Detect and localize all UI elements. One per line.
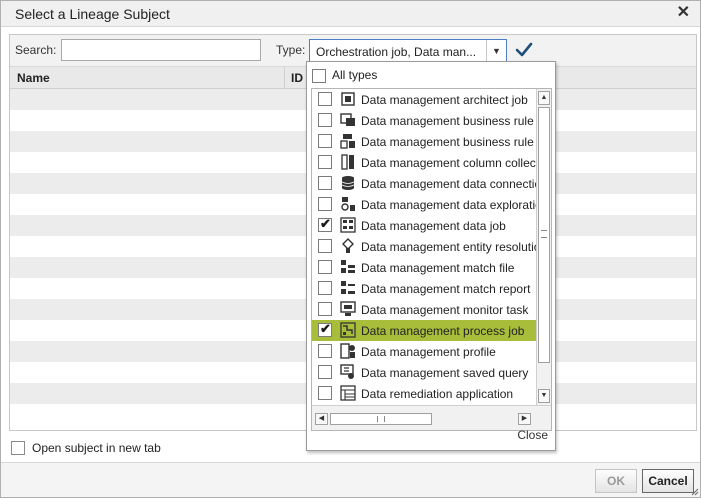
open-new-tab-label: Open subject in new tab [32, 441, 161, 455]
type-list-items: Data management architect job Data manage… [312, 89, 537, 405]
checkmark-icon[interactable] [514, 40, 534, 60]
type-option[interactable]: ✔ Data management process job [312, 320, 537, 341]
type-option[interactable]: Data management data connection [312, 173, 537, 194]
type-select-value: Orchestration job, Data man... [316, 45, 477, 59]
scroll-down-icon[interactable]: ▼ [538, 389, 550, 403]
type-option-label: Data management business rule set [361, 135, 537, 149]
type-option[interactable]: Data management entity resolution [312, 236, 537, 257]
match-report-icon [341, 281, 355, 294]
match-file-icon [341, 260, 355, 273]
type-option[interactable]: Data management match file [312, 257, 537, 278]
type-option-checkbox[interactable] [318, 239, 332, 253]
type-option[interactable]: Data management column collection [312, 152, 537, 173]
close-x-icon[interactable]: ✕ [677, 5, 690, 21]
type-option-label: Data remediation application [361, 387, 514, 401]
type-option[interactable]: Data management match report [312, 278, 537, 299]
hscroll-thumb[interactable] [330, 413, 432, 425]
all-types-option[interactable]: All types [310, 67, 550, 85]
type-select[interactable]: Orchestration job, Data man... ▼ [309, 39, 507, 63]
type-list: Data management architect job Data manage… [311, 88, 552, 431]
type-option-checkbox[interactable] [318, 134, 332, 148]
type-option-checkbox[interactable]: ✔ [318, 321, 332, 337]
type-option-checkbox[interactable] [318, 176, 332, 190]
grip-icon [377, 416, 385, 422]
dialog-footer: OK Cancel [1, 462, 700, 497]
type-option[interactable]: Data management monitor task [312, 299, 537, 320]
remediation-app-icon [340, 385, 356, 401]
type-option-label: Data management business rule [361, 114, 534, 128]
dropdown-close-link[interactable]: Close [517, 428, 548, 442]
dialog-titlebar: Select a Lineage Subject ✕ [1, 1, 700, 27]
grip-icon [541, 230, 547, 238]
column-collection-icon [341, 154, 354, 170]
type-option-label: Data management profile [361, 345, 496, 359]
search-input[interactable] [61, 39, 261, 61]
type-option[interactable]: Data management data exploration [312, 194, 537, 215]
column-separator [284, 67, 285, 89]
ok-button[interactable]: OK [595, 469, 637, 493]
type-label: Type: [276, 43, 306, 57]
business-rule-set-icon [340, 134, 355, 149]
type-option-label: Data management data exploration [361, 198, 537, 212]
type-option[interactable]: Data remediation application [312, 383, 537, 404]
type-option[interactable]: Data management architect job [312, 89, 537, 110]
database-icon [341, 176, 355, 190]
type-option-checkbox[interactable] [318, 197, 332, 211]
chevron-down-icon[interactable]: ▼ [486, 40, 506, 62]
type-option-checkbox[interactable] [318, 386, 332, 400]
column-header-name[interactable]: Name [17, 71, 50, 85]
checkmark-icon: ✔ [320, 321, 331, 336]
checkmark-icon: ✔ [320, 216, 331, 231]
profile-icon [340, 343, 355, 359]
scroll-thumb[interactable] [538, 107, 550, 363]
type-option-label: Data management column collection [361, 156, 537, 170]
scroll-up-icon[interactable]: ▲ [538, 91, 550, 105]
type-option-checkbox[interactable] [318, 365, 332, 379]
vertical-scrollbar[interactable]: ▲ ▼ [536, 89, 551, 405]
type-option[interactable]: ✔ Data management data job [312, 215, 537, 236]
type-option[interactable]: Data management profile [312, 341, 537, 362]
type-option-label: Data management saved query [361, 366, 529, 380]
type-option[interactable]: Data management saved query [312, 362, 537, 383]
type-option-checkbox[interactable] [318, 155, 332, 169]
type-option-checkbox[interactable] [318, 344, 332, 358]
business-rule-icon [340, 113, 355, 126]
type-option-label: Data management data job [361, 219, 506, 233]
open-new-tab-checkbox[interactable] [11, 441, 25, 455]
type-option-label: Data management entity resolution [361, 240, 537, 254]
type-option-label: Data management process job [361, 324, 525, 338]
type-option[interactable]: Data management business rule set [312, 131, 537, 152]
entity-resolution-icon [342, 238, 354, 253]
cancel-button[interactable]: Cancel [642, 469, 694, 493]
type-option-label: Data management monitor task [361, 303, 529, 317]
type-option-checkbox[interactable] [318, 281, 332, 295]
type-option-checkbox[interactable] [318, 113, 332, 127]
type-option-checkbox[interactable]: ✔ [318, 216, 332, 232]
scroll-right-icon[interactable]: ▶ [518, 413, 531, 425]
monitor-task-icon [340, 301, 356, 316]
architect-job-icon [341, 92, 355, 106]
type-option-checkbox[interactable] [318, 260, 332, 274]
saved-query-icon [340, 364, 354, 379]
column-header-id[interactable]: ID [291, 71, 303, 85]
type-option-label: Data management match report [361, 282, 531, 296]
type-option-label: Data management data connection [361, 177, 537, 191]
data-job-icon [340, 217, 356, 233]
type-option-label: Data management match file [361, 261, 515, 275]
resize-grip-icon[interactable] [690, 487, 699, 496]
process-job-icon [340, 322, 356, 338]
type-option[interactable]: Data management business rule [312, 110, 537, 131]
type-option-checkbox[interactable] [318, 302, 332, 316]
dialog-title: Select a Lineage Subject [15, 6, 170, 22]
type-dropdown: All types Data management architect job D… [306, 61, 556, 451]
search-label: Search: [15, 43, 57, 57]
horizontal-scrollbar[interactable]: ◀ ▶ [312, 405, 551, 430]
all-types-label: All types [332, 68, 378, 82]
type-option-label: Data management architect job [361, 93, 528, 107]
all-types-checkbox[interactable] [312, 69, 326, 83]
type-option-checkbox[interactable] [318, 92, 332, 106]
scroll-left-icon[interactable]: ◀ [315, 413, 328, 425]
data-exploration-icon [341, 197, 355, 211]
